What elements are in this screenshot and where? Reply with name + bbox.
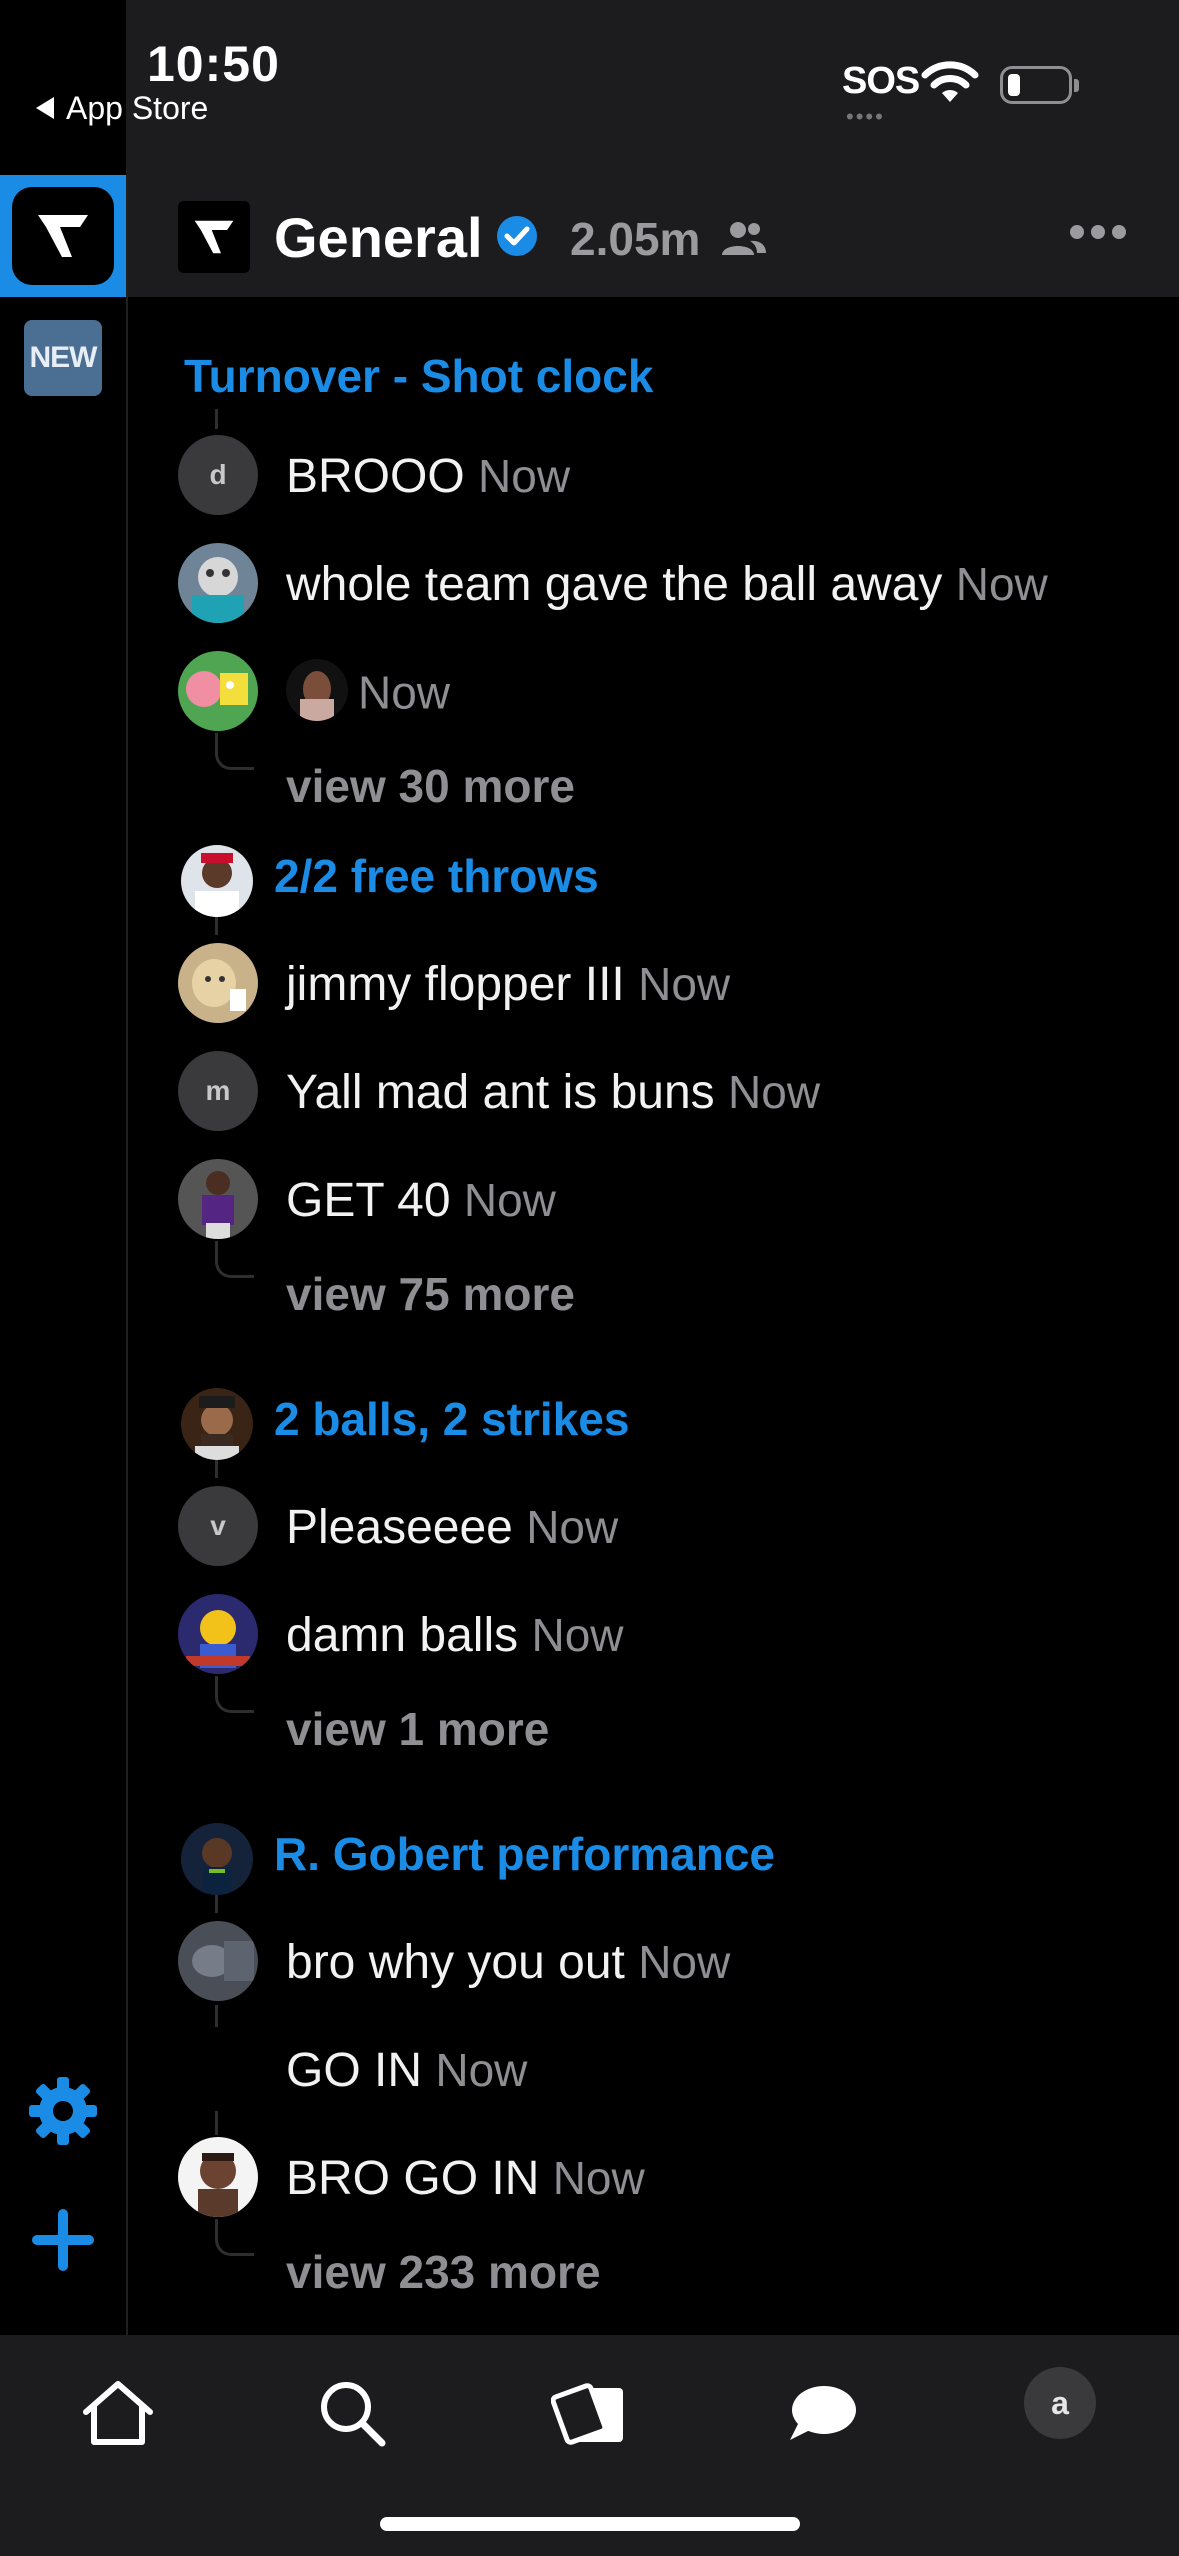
- message-row[interactable]: jimmy flopper III Now: [128, 941, 1179, 1025]
- channel-logo-icon: [178, 201, 250, 273]
- message-row[interactable]: m Yall mad ant is buns Now: [128, 1049, 1179, 1133]
- message-row[interactable]: d BROOO Now: [128, 433, 1179, 517]
- message-row[interactable]: BRO GO IN Now: [128, 2135, 1179, 2219]
- thread-avatar: [181, 1388, 253, 1460]
- more-options-button[interactable]: [1070, 225, 1133, 244]
- thread-title[interactable]: Turnover - Shot clock: [184, 349, 653, 403]
- wifi-icon: [921, 61, 979, 102]
- home-indicator: [380, 2517, 800, 2531]
- thread-avatar: [181, 1823, 253, 1895]
- message-row[interactable]: Now: [128, 649, 1179, 733]
- status-bar-left: [0, 0, 126, 175]
- message-time: Now: [552, 2152, 645, 2204]
- cards-icon: [551, 2383, 623, 2445]
- avatar: [178, 1159, 258, 1239]
- message-row[interactable]: GO IN Now: [128, 2027, 1179, 2111]
- avatar: [178, 2137, 258, 2217]
- people-icon: [722, 222, 766, 255]
- message-text: jimmy flopper III: [286, 958, 625, 1011]
- back-arrow-icon: [36, 96, 54, 119]
- verified-check-icon: [497, 216, 537, 256]
- tab-search[interactable]: [302, 2363, 402, 2463]
- message-time: Now: [728, 1066, 821, 1118]
- view-more-link[interactable]: view 30 more: [286, 759, 575, 813]
- thread-avatar: [181, 845, 253, 917]
- avatar: [178, 1594, 258, 1674]
- sos-indicator: SOS: [842, 60, 920, 102]
- message-time: Now: [463, 1174, 556, 1226]
- plus-icon[interactable]: [28, 2205, 98, 2275]
- message-time: Now: [638, 958, 731, 1010]
- message-row[interactable]: damn balls Now: [128, 1592, 1179, 1676]
- message-time: Now: [435, 2044, 528, 2096]
- tab-home[interactable]: [68, 2363, 168, 2463]
- community-rail: NEW: [0, 175, 128, 2335]
- tab-profile-avatar[interactable]: a: [1024, 2367, 1096, 2439]
- message-text: Yall mad ant is buns: [286, 1066, 715, 1119]
- message-text: bro why you out: [286, 1936, 625, 1989]
- avatar: [178, 943, 258, 1023]
- avatar: d: [178, 435, 258, 515]
- battery-icon: [1000, 66, 1079, 104]
- channel-header: General 2.05m: [128, 175, 1179, 297]
- thread-feed: Turnover - Shot clock d BROOO Now whole …: [128, 297, 1179, 2335]
- avatar: v: [178, 1486, 258, 1566]
- view-more-link[interactable]: view 233 more: [286, 2245, 601, 2299]
- message-text: GO IN: [286, 2044, 423, 2097]
- tab-cards[interactable]: [540, 2363, 640, 2463]
- tab-chat[interactable]: [772, 2363, 872, 2463]
- message-text: BROOO: [286, 450, 465, 503]
- message-row[interactable]: GET 40 Now: [128, 1157, 1179, 1241]
- reaction-image: [286, 659, 348, 721]
- message-time: Now: [358, 666, 451, 719]
- gear-icon[interactable]: [25, 2073, 101, 2149]
- channel-title[interactable]: General: [274, 205, 483, 270]
- thread-title[interactable]: 2/2 free throws: [274, 849, 599, 903]
- avatar: m: [178, 1051, 258, 1131]
- avatar: [178, 1921, 258, 2001]
- message-row[interactable]: v Pleaseeee Now: [128, 1484, 1179, 1568]
- message-time: Now: [478, 450, 571, 502]
- message-text: whole team gave the ball away: [286, 558, 943, 611]
- thread-title[interactable]: R. Gobert performance: [274, 1827, 775, 1881]
- status-bar: 10:50 App Store SOS ••••: [0, 0, 1179, 175]
- new-badge[interactable]: NEW: [24, 320, 102, 396]
- message-time: Now: [526, 1501, 619, 1553]
- back-to-app-store[interactable]: App Store: [36, 90, 208, 127]
- message-text: Pleaseeee: [286, 1501, 513, 1554]
- avatar: [178, 543, 258, 623]
- message-text: GET 40: [286, 1174, 451, 1227]
- view-more-link[interactable]: view 1 more: [286, 1702, 549, 1756]
- home-icon: [83, 2381, 153, 2445]
- view-more-link[interactable]: view 75 more: [286, 1267, 575, 1321]
- message-time: Now: [531, 1609, 624, 1661]
- thread-title[interactable]: 2 balls, 2 strikes: [274, 1392, 629, 1446]
- status-time: 10:50: [147, 36, 280, 92]
- message-row[interactable]: bro why you out Now: [128, 1919, 1179, 2003]
- message-time: Now: [955, 558, 1048, 610]
- community-general-selected[interactable]: [0, 175, 126, 297]
- app-logo-icon: [12, 187, 114, 285]
- message-text: BRO GO IN: [286, 2152, 540, 2205]
- member-count: 2.05m: [570, 213, 701, 265]
- search-icon: [321, 2382, 386, 2447]
- message-text: damn balls: [286, 1609, 519, 1662]
- chat-bubble-icon: [790, 2386, 856, 2440]
- message-time: Now: [638, 1936, 731, 1988]
- message-row[interactable]: whole team gave the ball away Now: [128, 541, 1179, 625]
- avatar: [178, 651, 258, 731]
- back-label: App Store: [66, 90, 209, 126]
- signal-dots: ••••: [846, 104, 885, 129]
